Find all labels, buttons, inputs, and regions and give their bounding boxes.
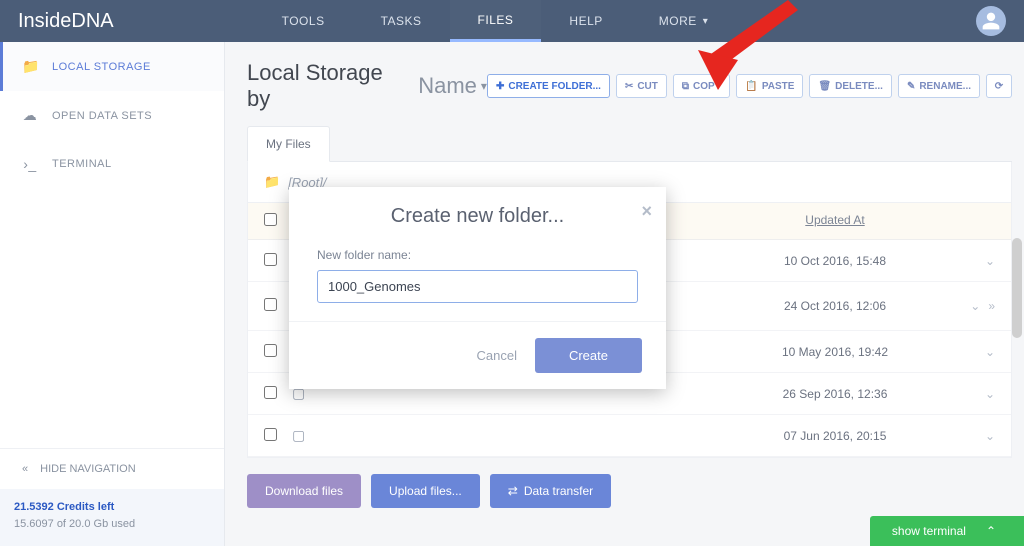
- trash-icon: 🗑: [818, 81, 831, 92]
- brand-logo: InsideDNA: [18, 10, 114, 33]
- create-folder-button[interactable]: ✚ CREATE FOLDER...: [487, 74, 610, 98]
- page-title: Local Storage by: [247, 60, 410, 112]
- btn-label: Data transfer: [524, 484, 593, 498]
- row-updated: 10 Oct 2016, 15:48: [735, 254, 935, 268]
- nav-tools[interactable]: TOOLS: [254, 0, 353, 42]
- row-checkbox[interactable]: [264, 344, 277, 357]
- data-transfer-button[interactable]: ⇄ Data transfer: [490, 474, 611, 508]
- create-folder-modal: Create new folder... × New folder name: …: [289, 187, 666, 389]
- btn-label: PASTE: [762, 81, 795, 92]
- folder-icon: 📁: [264, 174, 280, 190]
- table-row[interactable]: ▢ 07 Jun 2016, 20:15 ⌄: [248, 415, 1011, 457]
- chevron-down-icon[interactable]: ⌄: [970, 299, 980, 313]
- tab-my-files[interactable]: My Files: [247, 126, 330, 162]
- nav-tasks[interactable]: TASKS: [353, 0, 450, 42]
- chevron-down-icon: ▾: [703, 16, 709, 27]
- refresh-icon: ⟳: [995, 81, 1003, 92]
- chevron-down-icon[interactable]: ⌄: [985, 429, 995, 443]
- sidebar-item-label: OPEN DATA SETS: [52, 110, 152, 122]
- sort-selector[interactable]: Name ▾: [418, 73, 487, 99]
- transfer-icon: ⇄: [508, 484, 518, 498]
- sidebar-item-open-data-sets[interactable]: ☁ OPEN DATA SETS: [0, 91, 224, 140]
- sidebar-item-terminal[interactable]: ›_ TERMINAL: [0, 140, 224, 188]
- btn-label: COPY: [693, 81, 721, 92]
- col-updated[interactable]: Updated At: [735, 213, 935, 229]
- row-checkbox[interactable]: [264, 428, 277, 441]
- btn-label: DELETE...: [835, 81, 883, 92]
- modal-title: Create new folder...: [391, 205, 564, 228]
- file-tabs: My Files: [247, 126, 1012, 162]
- folder-name-label: New folder name:: [317, 248, 638, 262]
- folder-icon: 📁: [22, 58, 38, 75]
- btn-label: CUT: [637, 81, 658, 92]
- sort-label: Name: [418, 73, 477, 99]
- row-updated: 07 Jun 2016, 20:15: [735, 429, 935, 443]
- modal-create-button[interactable]: Create: [535, 338, 642, 373]
- scissors-icon: ✂: [625, 81, 633, 92]
- show-terminal-label: show terminal: [892, 524, 966, 538]
- nav-files[interactable]: FILES: [450, 0, 542, 42]
- chevron-left-icon: «: [22, 463, 28, 475]
- nav-tabs: TOOLS TASKS FILES HELP MORE ▾: [254, 0, 737, 42]
- row-updated: 24 Oct 2016, 12:06: [735, 299, 935, 313]
- btn-label: RENAME...: [919, 81, 971, 92]
- user-icon: [981, 11, 1001, 31]
- row-checkbox[interactable]: [264, 298, 277, 311]
- refresh-button[interactable]: ⟳: [986, 74, 1012, 98]
- hide-navigation-button[interactable]: « HIDE NAVIGATION: [0, 448, 224, 489]
- credits-left: 21.5392 Credits left: [14, 499, 210, 516]
- action-bar: Download files Upload files... ⇄ Data tr…: [247, 458, 1012, 524]
- select-all-checkbox[interactable]: [264, 213, 277, 226]
- user-avatar[interactable]: [976, 6, 1006, 36]
- row-updated: 10 May 2016, 19:42: [735, 345, 935, 359]
- delete-button[interactable]: 🗑 DELETE...: [809, 74, 892, 98]
- modal-close-button[interactable]: ×: [641, 201, 652, 222]
- chevron-right-double-icon[interactable]: »: [988, 299, 995, 313]
- cloud-icon: ☁: [22, 107, 38, 124]
- chevron-down-icon[interactable]: ⌄: [985, 387, 995, 401]
- chevron-up-icon: ⌃: [986, 524, 996, 538]
- copy-button[interactable]: ⧉ COPY: [673, 74, 730, 98]
- rename-button[interactable]: ✎ RENAME...: [898, 74, 980, 98]
- rename-icon: ✎: [907, 81, 915, 92]
- paste-button[interactable]: 📋 PASTE: [736, 74, 803, 98]
- row-checkbox[interactable]: [264, 253, 277, 266]
- folder-name-input[interactable]: [317, 270, 638, 303]
- sidebar: 📁 LOCAL STORAGE ☁ OPEN DATA SETS ›_ TERM…: [0, 42, 225, 546]
- plus-icon: ✚: [496, 81, 504, 92]
- storage-used: 15.6097 of 20.0 Gb used: [14, 516, 210, 533]
- sidebar-item-label: LOCAL STORAGE: [52, 61, 151, 73]
- sidebar-item-label: TERMINAL: [52, 158, 112, 170]
- show-terminal-button[interactable]: show terminal ⌃: [870, 516, 1024, 546]
- scrollbar-thumb[interactable]: [1012, 238, 1022, 338]
- hide-nav-label: HIDE NAVIGATION: [40, 463, 136, 475]
- modal-cancel-button[interactable]: Cancel: [477, 348, 517, 363]
- terminal-icon: ›_: [22, 156, 38, 172]
- sidebar-item-local-storage[interactable]: 📁 LOCAL STORAGE: [0, 42, 224, 91]
- top-navbar: InsideDNA TOOLS TASKS FILES HELP MORE ▾: [0, 0, 1024, 42]
- row-checkbox[interactable]: [264, 386, 277, 399]
- row-updated: 26 Sep 2016, 12:36: [735, 387, 935, 401]
- title-bar: Local Storage by Name ▾ ✚ CREATE FOLDER.…: [247, 60, 1012, 112]
- toolbar: ✚ CREATE FOLDER... ✂ CUT ⧉ COPY 📋 PASTE …: [487, 74, 1012, 98]
- chevron-down-icon[interactable]: ⌄: [985, 345, 995, 359]
- upload-files-button[interactable]: Upload files...: [371, 474, 480, 508]
- cut-button[interactable]: ✂ CUT: [616, 74, 667, 98]
- nav-more-label: MORE: [659, 14, 697, 28]
- nav-help[interactable]: HELP: [541, 0, 630, 42]
- paste-icon: 📋: [745, 81, 757, 92]
- chevron-down-icon[interactable]: ⌄: [985, 254, 995, 268]
- btn-label: CREATE FOLDER...: [508, 81, 601, 92]
- nav-more[interactable]: MORE ▾: [631, 0, 737, 42]
- folder-outline-icon: ▢: [292, 427, 305, 443]
- download-files-button[interactable]: Download files: [247, 474, 361, 508]
- credits-panel: 21.5392 Credits left 15.6097 of 20.0 Gb …: [0, 489, 224, 546]
- copy-icon: ⧉: [682, 81, 689, 92]
